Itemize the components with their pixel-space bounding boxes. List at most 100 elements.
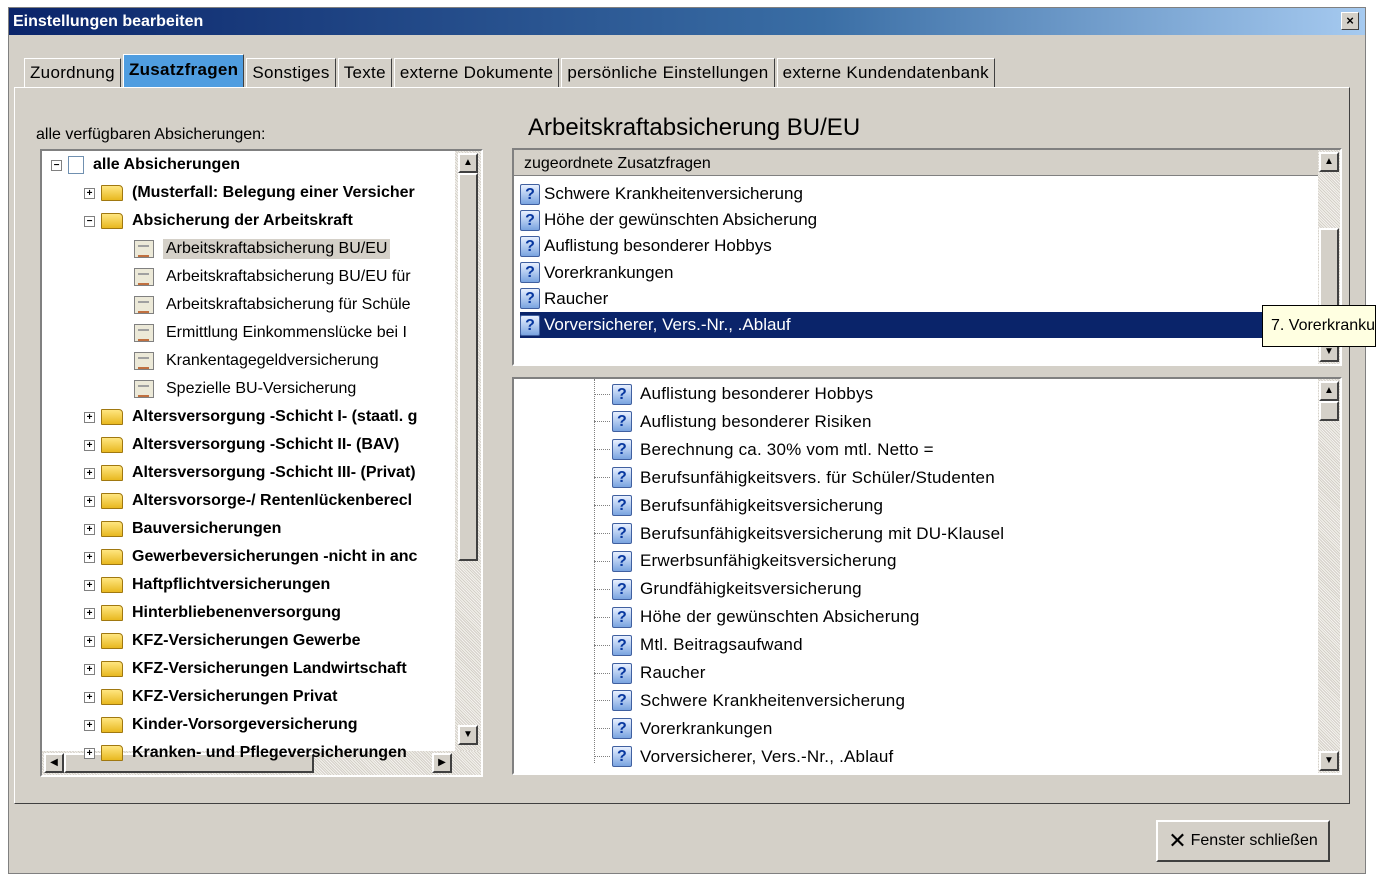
tree-vertical-scrollbar[interactable]: ▲ ▼ [455, 151, 481, 751]
expand-icon[interactable]: + [84, 691, 95, 703]
expand-icon[interactable]: + [84, 187, 95, 199]
tree-item[interactable]: + Altersvorsorge-/ Rentenlückenberecl [84, 488, 415, 514]
available-question-row[interactable]: ? Erwerbsunfähigkeitsversicherung [594, 547, 897, 575]
tree-item[interactable]: + KFZ-Versicherungen Privat [84, 684, 340, 710]
tab-texte[interactable]: Texte [337, 58, 392, 88]
assigned-question-row[interactable]: ? Höhe der gewünschten Absicherung [520, 207, 817, 233]
tree-item[interactable]: Arbeitskraftabsicherung BU/EU [134, 236, 391, 262]
collapse-icon[interactable]: − [84, 215, 95, 227]
tree-item-label: KFZ-Versicherungen Privat [132, 688, 338, 705]
tab-strip: Zuordnung Zusatzfragen Sonstiges Texte exter… [24, 54, 997, 88]
scroll-left-icon[interactable]: ◀ [44, 753, 64, 773]
scroll-right-icon[interactable]: ▶ [432, 753, 452, 773]
scroll-up-icon[interactable]: ▲ [458, 153, 478, 173]
folder-icon [101, 689, 123, 705]
tree-item[interactable]: + KFZ-Versicherungen Gewerbe [84, 628, 364, 654]
scroll-thumb[interactable] [458, 173, 478, 561]
tooltip: 7. Vorerkrankungen [1262, 305, 1376, 347]
assigned-question-row[interactable]: ? Auflistung besonderer Hobbys [520, 233, 772, 259]
expand-icon[interactable]: + [84, 607, 95, 619]
scroll-up-icon[interactable]: ▲ [1319, 152, 1339, 172]
tree-connector [594, 588, 610, 590]
tab-sonstiges[interactable]: Sonstiges [246, 58, 336, 88]
folder-icon [101, 633, 123, 649]
tab-zusatzfragen[interactable]: Zusatzfragen [122, 54, 245, 88]
collapse-icon[interactable]: − [51, 159, 62, 171]
tree-item[interactable]: + Bauversicherungen [84, 516, 284, 542]
available-question-row[interactable]: ? Auflistung besonderer Risiken [594, 408, 872, 436]
available-question-row[interactable]: ? Mtl. Beitragsaufwand [594, 631, 803, 659]
tree-item-label: Arbeitskraftabsicherung BU/EU für [166, 268, 411, 285]
tree-item-label: alle Absicherungen [93, 156, 240, 173]
question-icon: ? [612, 383, 632, 405]
assigned-question-row[interactable]: ? Vorerkrankungen [520, 260, 673, 286]
assigned-questions-list[interactable]: zugeordnete Zusatzfragen ▲ ▼ ? Schwere Kr… [512, 148, 1342, 366]
questions-vertical-scrollbar[interactable]: ▲ ▼ [1318, 379, 1340, 773]
tree-item[interactable]: Ermittlung Einkommenslücke bei I [134, 320, 410, 346]
available-questions-tree[interactable]: ▲ ▼ ? Auflistung besonderer Hobbys? Auflis… [512, 377, 1342, 775]
available-question-row[interactable]: ? Grundfähigkeitsversicherung [594, 575, 862, 603]
scroll-thumb[interactable] [1319, 401, 1339, 421]
tree-item[interactable]: + Kranken- und Pflegeversicherungen [84, 740, 410, 766]
tree-connector [594, 672, 610, 674]
assigned-question-row[interactable]: ? Raucher [520, 286, 608, 312]
available-question-row[interactable]: ? Berechnung ca. 30% vom mtl. Netto = [594, 436, 934, 464]
tab-externe-dokumente[interactable]: externe Dokumente [393, 58, 560, 88]
expand-icon[interactable]: + [84, 719, 95, 731]
coverage-tree[interactable]: ▲ ▼ ◀ ▶ − alle Absicherungen + (Musterfall:… [40, 149, 483, 777]
tree-item[interactable]: + Altersversorgung -Schicht II- (BAV) [84, 432, 402, 458]
available-question-row[interactable]: ? Berufsunfähigkeitsvers. für Schüler/Stu… [594, 464, 995, 492]
expand-icon[interactable]: + [84, 439, 95, 451]
tree-connector [594, 728, 610, 730]
tree-item[interactable]: + (Musterfall: Belegung einer Versicher [84, 180, 418, 206]
tree-item[interactable]: Arbeitskraftabsicherung für Schüle [134, 292, 414, 318]
expand-icon[interactable]: + [84, 523, 95, 535]
tree-item[interactable]: − Absicherung der Arbeitskraft [84, 208, 356, 234]
available-question-row[interactable]: ? Berufsunfähigkeitsversicherung mit DU-K… [594, 520, 1004, 548]
tree-item[interactable]: + Hinterbliebenenversorgung [84, 600, 344, 626]
tab-externe-kundendatenbank[interactable]: externe Kundendatenbank [776, 58, 995, 88]
expand-icon[interactable]: + [84, 551, 95, 563]
assigned-question-row[interactable]: ? Vorversicherer, Vers.-Nr., .Ablauf [520, 312, 1318, 338]
tree-item[interactable]: + Gewerbeversicherungen -nicht in anc [84, 544, 420, 570]
tab-zuordnung[interactable]: Zuordnung [24, 58, 121, 88]
available-question-row[interactable]: ? Berufsunfähigkeitsversicherung [594, 492, 883, 520]
expand-icon[interactable]: + [84, 747, 95, 759]
tree-item-label: Arbeitskraftabsicherung für Schüle [166, 296, 411, 313]
available-question-row[interactable]: ? Schwere Krankheitenversicherung [594, 687, 905, 715]
question-icon: ? [612, 718, 632, 740]
available-question-row[interactable]: ? Vorerkrankungen [594, 715, 772, 743]
tree-item[interactable]: Krankentagegeldversicherung [134, 348, 382, 374]
tree-item[interactable]: + Kinder-Vorsorgeversicherung [84, 712, 361, 738]
tree-item-label: Altersversorgung -Schicht III- (Privat) [132, 464, 416, 481]
scroll-down-icon[interactable]: ▼ [1319, 751, 1339, 771]
folder-icon [101, 577, 123, 593]
tab-persönliche-einstellungen[interactable]: persönliche Einstellungen [561, 58, 775, 88]
tree-item[interactable]: Spezielle BU-Versicherung [134, 376, 359, 402]
scroll-down-icon[interactable]: ▼ [458, 725, 478, 745]
expand-icon[interactable]: + [84, 411, 95, 423]
expand-icon[interactable]: + [84, 663, 95, 675]
scroll-up-icon[interactable]: ▲ [1319, 381, 1339, 401]
close-icon[interactable]: × [1341, 12, 1359, 30]
assigned-question-row[interactable]: ? Schwere Krankheitenversicherung [520, 181, 803, 207]
tree-item[interactable]: + Altersversorgung -Schicht I- (staatl. g [84, 404, 420, 430]
available-question-row[interactable]: ? Auflistung besonderer Hobbys [594, 380, 873, 408]
available-question-row[interactable]: ? Höhe der gewünschten Absicherung [594, 603, 920, 631]
expand-icon[interactable]: + [84, 579, 95, 591]
available-question-label: Erwerbsunfähigkeitsversicherung [640, 551, 897, 571]
tree-item[interactable]: + Altersversorgung -Schicht III- (Privat) [84, 460, 419, 486]
folder-icon [101, 717, 123, 733]
tree-item-label: Hinterbliebenenversorgung [132, 604, 341, 621]
close-window-button[interactable]: ✕ Fenster schließen [1156, 820, 1330, 862]
tree-item-root[interactable]: − alle Absicherungen [51, 152, 243, 178]
tree-item[interactable]: + Haftpflichtversicherungen [84, 572, 333, 598]
available-question-row[interactable]: ? Raucher [594, 659, 706, 687]
tree-item[interactable]: Arbeitskraftabsicherung BU/EU für [134, 264, 414, 290]
tree-item-label: KFZ-Versicherungen Gewerbe [132, 632, 361, 649]
available-question-row[interactable]: ? Vorversicherer, Vers.-Nr., .Ablauf [594, 743, 893, 771]
tree-item[interactable]: + KFZ-Versicherungen Landwirtschaft [84, 656, 410, 682]
expand-icon[interactable]: + [84, 467, 95, 479]
expand-icon[interactable]: + [84, 635, 95, 647]
expand-icon[interactable]: + [84, 495, 95, 507]
